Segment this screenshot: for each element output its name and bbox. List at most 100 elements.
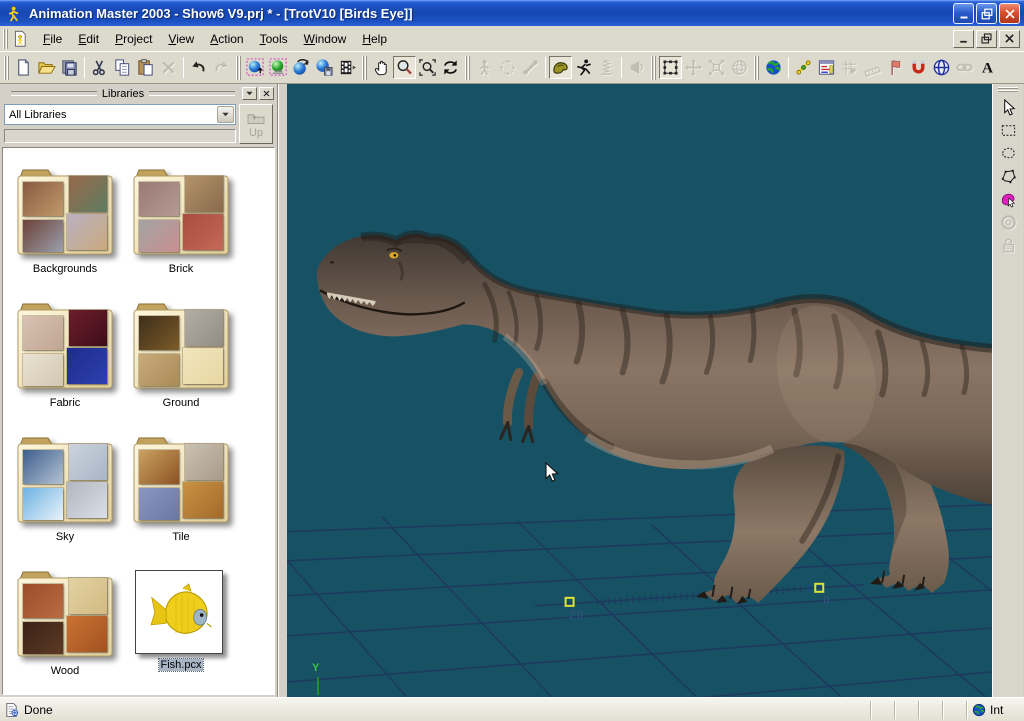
library-item-tile[interactable]: Tile xyxy=(129,426,233,545)
scale-manipulator-icon xyxy=(707,58,726,77)
point-mode-button xyxy=(496,56,519,79)
undo-button[interactable] xyxy=(187,56,210,79)
toolbar-grip-render[interactable] xyxy=(236,56,241,80)
world-button[interactable] xyxy=(762,56,785,79)
muscle-mode-button[interactable] xyxy=(549,56,572,79)
rotate-globe-button[interactable] xyxy=(930,56,953,79)
move-icon xyxy=(372,58,391,77)
rect-select-tool-button[interactable] xyxy=(996,119,1020,142)
texture-thumbnail xyxy=(67,482,107,518)
library-filter-value: All Libraries xyxy=(5,109,217,121)
combobox-dropdown-icon[interactable] xyxy=(217,106,234,123)
select-tool-button[interactable] xyxy=(996,96,1020,119)
texture-thumbnail xyxy=(23,584,63,618)
library-item-fabric[interactable]: Fabric xyxy=(13,292,117,411)
render-mode-button[interactable] xyxy=(244,56,267,79)
image-thumbnail xyxy=(135,570,223,654)
texture-thumbnail xyxy=(69,310,107,346)
timeline-button[interactable] xyxy=(815,56,838,79)
zoom-button[interactable] xyxy=(393,56,416,79)
figure-mode-icon xyxy=(475,58,494,77)
turn-button[interactable] xyxy=(439,56,462,79)
keyframe-markers xyxy=(566,584,824,606)
up-folder-icon xyxy=(246,110,266,126)
texture-thumbnail xyxy=(185,176,223,212)
font-icon xyxy=(978,58,997,77)
fish-image xyxy=(140,578,218,646)
cut-icon xyxy=(90,58,109,77)
menu-file[interactable]: File xyxy=(35,28,70,50)
menu-help[interactable]: Help xyxy=(354,28,395,50)
texture-thumbnail xyxy=(23,622,63,654)
toolbar-grip-modes[interactable] xyxy=(465,56,470,80)
redo-icon xyxy=(212,58,231,77)
dynamic-mode-button xyxy=(595,56,618,79)
window-close-button[interactable] xyxy=(999,3,1020,24)
save-all-button[interactable] xyxy=(58,56,81,79)
lasso-select-tool-button[interactable] xyxy=(996,142,1020,165)
menu-project[interactable]: Project xyxy=(107,28,160,50)
move-button[interactable] xyxy=(370,56,393,79)
toolbar-grip-extras[interactable] xyxy=(754,56,759,80)
texture-thumbnail xyxy=(23,488,63,520)
key-bone-button[interactable] xyxy=(792,56,815,79)
zoom-to-fit-button[interactable] xyxy=(416,56,439,79)
font-button[interactable] xyxy=(976,56,999,79)
library-filter-combobox[interactable]: All Libraries xyxy=(4,104,236,125)
lock-tool-button xyxy=(996,234,1020,257)
patch-select-tool-button[interactable] xyxy=(996,188,1020,211)
save-animation-button[interactable] xyxy=(313,56,336,79)
new-button[interactable] xyxy=(12,56,35,79)
panel-rollup-button[interactable] xyxy=(242,87,257,100)
library-item-wood[interactable]: Wood xyxy=(13,560,117,679)
menu-grip[interactable] xyxy=(3,29,8,49)
tool-palette xyxy=(992,84,1023,697)
child-minimize-button[interactable] xyxy=(953,30,974,48)
render-to-file-button[interactable] xyxy=(267,56,290,79)
menu-view[interactable]: View xyxy=(160,28,202,50)
menu-tools[interactable]: Tools xyxy=(252,28,296,50)
child-close-button[interactable] xyxy=(999,30,1020,48)
magnet-mode-button[interactable] xyxy=(907,56,930,79)
panel-close-button[interactable] xyxy=(259,87,274,100)
palette-grip[interactable] xyxy=(998,87,1018,92)
poly-select-tool-button[interactable] xyxy=(996,165,1020,188)
library-item-backgrounds[interactable]: Backgrounds xyxy=(13,158,117,277)
texture-thumbnail xyxy=(67,616,107,652)
library-item-label: Fabric xyxy=(13,397,117,411)
cut-button[interactable] xyxy=(88,56,111,79)
copy-button[interactable] xyxy=(111,56,134,79)
menu-items: FileEditProjectViewActionToolsWindowHelp xyxy=(35,28,395,50)
status-pane xyxy=(894,701,918,719)
figure-mode-button xyxy=(473,56,496,79)
toolbar-separator xyxy=(183,57,184,78)
child-restore-button[interactable] xyxy=(976,30,997,48)
panel-splitter[interactable] xyxy=(278,84,287,697)
window-minimize-button[interactable] xyxy=(953,3,974,24)
link-button xyxy=(953,56,976,79)
bound-manipulator-button[interactable] xyxy=(659,56,682,79)
menu-action[interactable]: Action xyxy=(202,28,251,50)
quick-render-button[interactable] xyxy=(290,56,313,79)
zoom-icon xyxy=(395,58,414,77)
menu-edit[interactable]: Edit xyxy=(70,28,107,50)
bound-manipulator-icon xyxy=(661,58,680,77)
viewport-3d[interactable]: 20 0 Y xyxy=(287,84,992,697)
paste-button[interactable] xyxy=(134,56,157,79)
open-button[interactable] xyxy=(35,56,58,79)
library-item-sky[interactable]: Sky xyxy=(13,426,117,545)
play-movie-button[interactable] xyxy=(336,56,359,79)
y-axis-label: Y xyxy=(312,662,319,674)
library-item-fish-pcx[interactable]: Fish.pcx xyxy=(129,560,233,679)
paste-icon xyxy=(136,58,155,77)
toolbar-grip-navigation[interactable] xyxy=(362,56,367,80)
library-item-brick[interactable]: Brick xyxy=(129,158,233,277)
library-item-ground[interactable]: Ground xyxy=(129,292,233,411)
skeletal-mode-button[interactable] xyxy=(572,56,595,79)
menu-window[interactable]: Window xyxy=(296,28,355,50)
toolbar-grip-standard[interactable] xyxy=(4,56,9,80)
header-line xyxy=(149,91,235,96)
window-restore-button[interactable] xyxy=(976,3,997,24)
up-button-label: Up xyxy=(249,127,263,139)
toolbar-grip-manipulators[interactable] xyxy=(651,56,656,80)
